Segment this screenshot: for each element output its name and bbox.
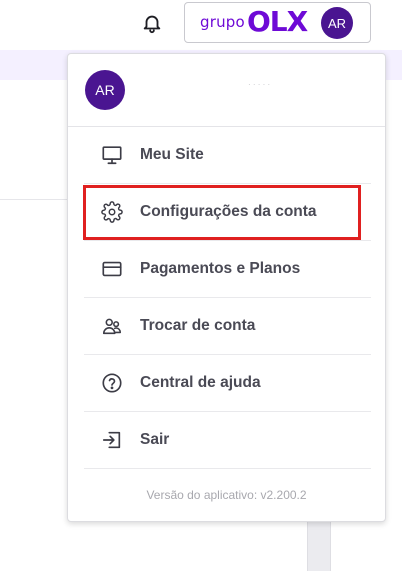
menu-item-label: Sair (140, 431, 170, 448)
app-version: Versão do aplicativo: v2.200.2 (146, 488, 307, 502)
menu-item-trocar-conta[interactable]: Trocar de conta (84, 298, 371, 355)
menu-item-meu-site[interactable]: Meu Site (84, 127, 371, 184)
logout-icon (101, 429, 123, 451)
brand-logo: OLX (247, 5, 308, 38)
help-circle-icon (101, 372, 123, 394)
bell-icon[interactable] (141, 12, 163, 34)
credit-card-icon (101, 258, 123, 280)
menu-item-label: Pagamentos e Planos (140, 260, 301, 277)
avatar: AR (321, 7, 353, 39)
monitor-icon (101, 144, 123, 166)
menu-item-sair[interactable]: Sair (84, 412, 371, 469)
account-dropdown: AR · · · · · Meu Site Configurações da c… (67, 53, 386, 522)
menu-item-pagamentos[interactable]: Pagamentos e Planos (84, 241, 371, 298)
menu-item-label: Central de ajuda (140, 374, 261, 391)
menu-item-central-ajuda[interactable]: Central de ajuda (84, 355, 371, 412)
menu-item-label: Trocar de conta (140, 317, 256, 334)
menu-user-header: AR · · · · · (68, 54, 385, 127)
menu-item-label: Meu Site (140, 146, 204, 163)
divider (0, 199, 70, 200)
user-name: · · · · · (248, 80, 271, 89)
users-icon (101, 315, 123, 337)
account-menu-button[interactable]: grupo OLX AR (184, 2, 371, 43)
highlight-box (83, 185, 361, 240)
avatar: AR (85, 70, 125, 110)
scrollbar[interactable] (307, 520, 331, 571)
brand-prefix: grupo (200, 13, 245, 31)
